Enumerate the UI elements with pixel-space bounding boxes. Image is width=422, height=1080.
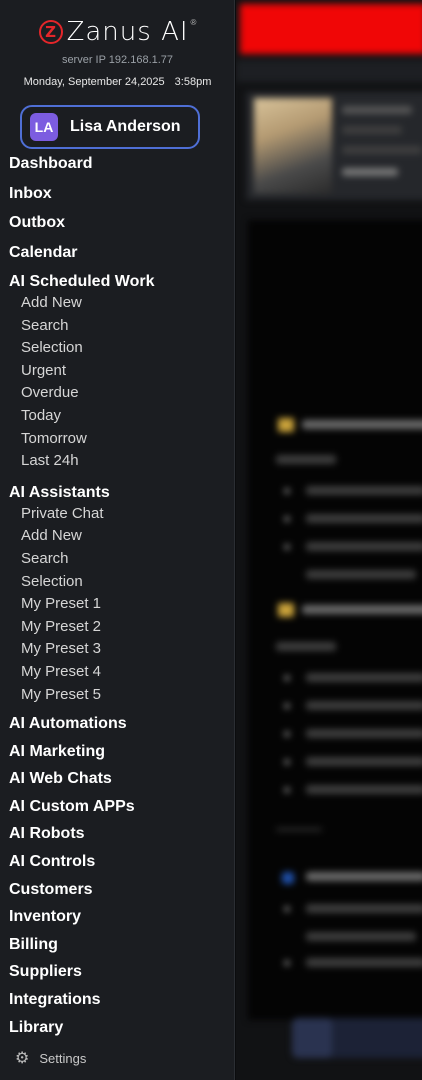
- time-text: 3:58pm: [174, 76, 212, 88]
- blurred-line: [306, 486, 422, 495]
- scheduled-tomorrow[interactable]: Tomorrow: [9, 428, 229, 451]
- blurred-line: [302, 420, 422, 429]
- blurred-emoji-icon: [278, 418, 294, 432]
- nav-outbox[interactable]: Outbox: [9, 211, 229, 241]
- nav-customers[interactable]: Customers: [9, 878, 229, 906]
- scheduled-add-new[interactable]: Add New: [9, 292, 229, 315]
- scheduled-search[interactable]: Search: [9, 315, 229, 338]
- blurred-line: [306, 514, 422, 523]
- blurred-line: [342, 168, 398, 176]
- blurred-line: [302, 605, 422, 614]
- blurred-bullet: [284, 544, 290, 550]
- nav-ai-automations[interactable]: AI Automations: [9, 712, 229, 740]
- blurred-line: [306, 729, 422, 738]
- scheduled-overdue[interactable]: Overdue: [9, 382, 229, 405]
- nav-billing[interactable]: Billing: [9, 933, 229, 961]
- nav-ai-marketing[interactable]: AI Marketing: [9, 740, 229, 768]
- blurred-divider: [276, 828, 322, 831]
- blurred-bullet: [284, 787, 290, 793]
- brand-name: Zanus AI: [66, 17, 189, 47]
- blurred-line: [306, 542, 422, 551]
- brand-logo[interactable]: Z Zanus AI ®: [0, 14, 235, 50]
- blurred-toolbar: [236, 60, 422, 82]
- nav-suppliers[interactable]: Suppliers: [9, 960, 229, 988]
- blurred-line: [306, 958, 422, 967]
- alert-banner: [240, 4, 422, 54]
- assistants-add-new[interactable]: Add New: [9, 525, 229, 548]
- server-ip: server IP 192.168.1.77: [61, 54, 174, 66]
- blurred-line: [306, 570, 416, 579]
- nav-library[interactable]: Library: [9, 1016, 229, 1044]
- blurred-line: [276, 642, 336, 651]
- blurred-emoji-icon: [278, 603, 294, 617]
- assistants-selection[interactable]: Selection: [9, 571, 229, 594]
- settings-label: Settings: [39, 1050, 87, 1066]
- blurred-line: [306, 872, 422, 881]
- assistants-search[interactable]: Search: [9, 548, 229, 571]
- nav-integrations[interactable]: Integrations: [9, 988, 229, 1016]
- nav-ai-custom-apps[interactable]: AI Custom APPs: [9, 795, 229, 823]
- nav-inventory[interactable]: Inventory: [9, 905, 229, 933]
- scheduled-today[interactable]: Today: [9, 405, 229, 428]
- nav-dashboard[interactable]: Dashboard: [9, 152, 229, 182]
- scheduled-urgent[interactable]: Urgent: [9, 360, 229, 383]
- zanus-logo-icon: Z: [38, 20, 63, 44]
- nav-inbox[interactable]: Inbox: [9, 182, 229, 212]
- blurred-bullet: [284, 906, 290, 912]
- scheduled-last-24h[interactable]: Last 24h: [9, 450, 229, 473]
- gear-icon: ⚙: [15, 1050, 30, 1067]
- assistants-my-preset-1[interactable]: My Preset 1: [9, 593, 229, 616]
- nav-ai-scheduled-work[interactable]: AI Scheduled Work: [9, 270, 229, 292]
- blurred-bullet: [284, 703, 290, 709]
- scheduled-selection[interactable]: Selection: [9, 337, 229, 360]
- blurred-line: [342, 106, 412, 114]
- blurred-bullet: [284, 731, 290, 737]
- blurred-line: [306, 904, 422, 913]
- blurred-line: [276, 455, 336, 464]
- assistants-private-chat[interactable]: Private Chat: [9, 503, 229, 526]
- datetime: Monday, September 24,2025 3:58pm: [0, 76, 235, 88]
- registered-mark: ®: [190, 18, 197, 27]
- blurred-profile-card: [246, 92, 422, 200]
- blurred-photo: [254, 98, 332, 194]
- blurred-bullet: [284, 759, 290, 765]
- blurred-button: [292, 1018, 332, 1058]
- nav-ai-controls[interactable]: AI Controls: [9, 850, 229, 878]
- blurred-bullet: [284, 675, 290, 681]
- assistants-my-preset-3[interactable]: My Preset 3: [9, 638, 229, 661]
- main-nav: Dashboard Inbox Outbox Calendar AI Sched…: [9, 152, 229, 1043]
- assistants-my-preset-2[interactable]: My Preset 2: [9, 616, 229, 639]
- blurred-bullet: [284, 960, 290, 966]
- blurred-line: [342, 146, 422, 154]
- assistants-my-preset-4[interactable]: My Preset 4: [9, 661, 229, 684]
- blurred-bullet: [284, 488, 290, 494]
- date-text: Monday, September 24,2025: [23, 76, 165, 88]
- blurred-line: [306, 785, 422, 794]
- nav-ai-assistants[interactable]: AI Assistants: [9, 481, 229, 503]
- blurred-line: [306, 932, 416, 941]
- blurred-bullet: [284, 516, 290, 522]
- avatar: LA: [30, 113, 58, 141]
- blurred-line: [306, 757, 422, 766]
- blurred-area: [236, 0, 422, 1080]
- main-content-blurred: [236, 0, 422, 1080]
- assistants-my-preset-5[interactable]: My Preset 5: [9, 684, 229, 707]
- nav-ai-web-chats[interactable]: AI Web Chats: [9, 767, 229, 795]
- nav-ai-robots[interactable]: AI Robots: [9, 822, 229, 850]
- blurred-line: [342, 126, 402, 134]
- user-name: Lisa Anderson: [70, 118, 181, 135]
- user-profile-button[interactable]: LA Lisa Anderson: [20, 105, 200, 149]
- nav-calendar[interactable]: Calendar: [9, 241, 229, 271]
- blurred-line: [306, 701, 422, 710]
- blurred-blue-icon: [282, 872, 294, 884]
- blurred-line: [306, 673, 422, 682]
- settings-link[interactable]: ⚙ Settings: [15, 1048, 86, 1068]
- sidebar: Z Zanus AI ® server IP 192.168.1.77 Mond…: [0, 0, 235, 1080]
- blurred-message-panel: [248, 220, 422, 1020]
